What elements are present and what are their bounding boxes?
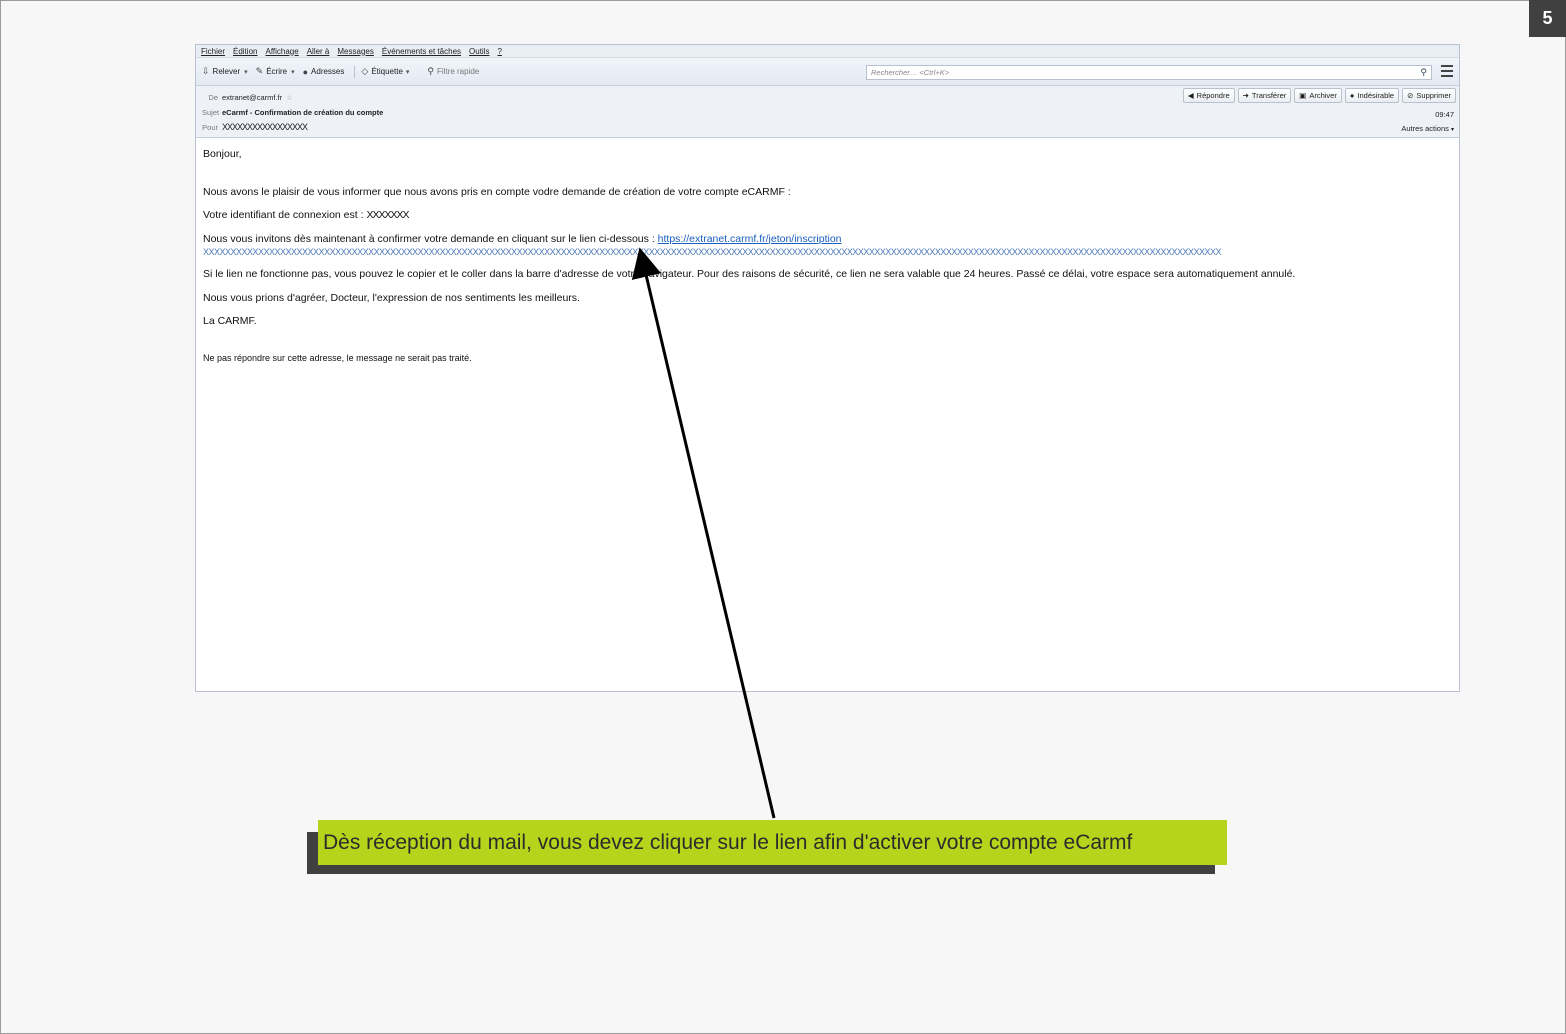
no-reply-footer: Ne pas répondre sur cette adresse, le me… [203,352,472,363]
quick-filter-button[interactable]: ⚲ Filtre rapide [427,66,479,77]
mail-window: Fichier Édition Affichage Aller à Messag… [195,44,1460,692]
invite-text: Nous vous invitons dès maintenant à conf… [203,232,655,245]
subject-row: Sujet eCarmf - Confirmation de création … [202,108,383,117]
quick-filter-label: Filtre rapide [437,67,480,76]
contact-icon: ● [302,66,309,77]
menu-help[interactable]: ? [497,47,501,56]
adresses-label: Adresses [311,67,345,76]
junk-button[interactable]: ● Indésirable [1344,88,1400,103]
reply-label: Répondre [1196,91,1230,100]
to-row: Pour XXXXXXXXXXXXXXXXX [202,122,308,132]
search-input[interactable]: Rechercher… <Ctrl+K> ⚲ [866,65,1432,80]
etiquette-button[interactable]: ◇ Étiquette ▾ [361,66,417,77]
forward-label: Transférer [1251,91,1287,100]
reply-button[interactable]: ◀ Répondre [1182,88,1235,103]
login-value: XXXXXXX [366,209,409,222]
more-actions-label: Autres actions [1401,124,1449,133]
toolbar-separator [354,65,356,78]
download-icon: ⇩ [202,66,210,76]
magnifier-icon: ⚲ [427,66,434,76]
body-line-5: Nous vous prions d'agréer, Docteur, l'ex… [203,291,580,304]
etiquette-dropdown-icon: ▾ [405,68,410,76]
menubar: Fichier Édition Affichage Aller à Messag… [196,45,1459,58]
login-label: Votre identifiant de connexion est : [203,209,364,222]
from-row: De extranet@carmf.fr ☆ [202,93,292,102]
menu-messages[interactable]: Messages [337,47,373,56]
reply-icon: ◀ [1187,91,1194,100]
pencil-icon: ✎ [255,66,264,76]
page-number-badge: 5 [1529,0,1566,37]
forward-button[interactable]: ➜ Transférer [1237,88,1292,103]
message-actions: ◀ Répondre ➜ Transférer ▣ Archiver ● Ind… [1182,88,1456,103]
menu-fichier[interactable]: Fichier [201,47,225,56]
menu-outils[interactable]: Outils [469,47,489,56]
from-value[interactable]: extranet@carmf.fr [222,93,282,102]
message-time: 09:47 [1435,110,1454,119]
archive-icon: ▣ [1299,91,1307,100]
adresses-button[interactable]: ● Adresses [303,67,345,77]
to-value[interactable]: XXXXXXXXXXXXXXXXX [222,122,308,132]
ecrire-dropdown-icon[interactable]: ▾ [291,68,295,76]
message-header: De extranet@carmf.fr ☆ Sujet eCarmf - Co… [196,86,1459,138]
delete-label: Supprimer [1416,91,1451,100]
etiquette-label: Étiquette [371,67,403,76]
activation-token[interactable]: XXXXXXXXXXXXXXXXXXXXXXXXXXXXXXXXXXXXXXXX… [203,247,1452,258]
ecrire-label: Écrire [266,67,288,76]
from-label: De [208,93,218,102]
archive-label: Archiver [1309,91,1337,100]
signature: La CARMF. [203,315,257,328]
junk-label: Indésirable [1357,91,1395,100]
hamburger-menu-icon[interactable] [1441,65,1453,77]
search-icon[interactable]: ⚲ [1420,67,1427,78]
tag-icon: ◇ [361,66,369,76]
delete-icon: ⊘ [1407,91,1414,100]
greeting: Bonjour, [203,148,242,160]
menu-edition[interactable]: Édition [233,47,257,56]
body-line-1: Nous avons le plaisir de vous informer q… [203,185,791,198]
relever-button[interactable]: ⇩ Relever [202,66,240,77]
menu-evenements[interactable]: Événements et tâches [382,47,461,56]
body-line-4: Si le lien ne fonctionne pas, vous pouve… [203,268,1296,281]
menu-aller-a[interactable]: Aller à [307,47,330,56]
archive-button[interactable]: ▣ Archiver [1294,88,1342,103]
to-label: Pour [202,122,218,132]
star-icon[interactable]: ☆ [286,94,292,102]
menu-affichage[interactable]: Affichage [265,47,298,56]
junk-icon: ● [1349,91,1355,100]
body-line-3: Nous vous invitons dès maintenant à conf… [203,233,1452,246]
ecrire-button[interactable]: ✎ Écrire [256,66,287,77]
search-placeholder: Rechercher… <Ctrl+K> [871,68,950,77]
chevron-down-icon: ▾ [1450,127,1454,133]
message-body: Bonjour, Nous avons le plaisir de vous i… [196,138,1459,385]
instruction-callout: Dès réception du mail, vous devez clique… [318,820,1227,865]
relever-dropdown-icon[interactable]: ▾ [244,68,248,76]
body-line-2: Votre identifiant de connexion est : XXX… [203,209,1452,222]
relever-label: Relever [212,67,241,76]
more-actions-button[interactable]: Autres actions ▾ [1401,124,1454,133]
activation-link[interactable]: https://extranet.carmf.fr/jeton/inscript… [658,233,842,245]
delete-button[interactable]: ⊘ Supprimer [1402,88,1456,103]
subject-label: Sujet [202,108,220,117]
toolbar: ⇩ Relever ▾ ✎ Écrire ▾ ● Adresses ◇ Étiq… [196,58,1459,86]
forward-icon: ➜ [1242,91,1249,100]
subject-value: eCarmf - Confirmation de création du com… [222,108,384,117]
